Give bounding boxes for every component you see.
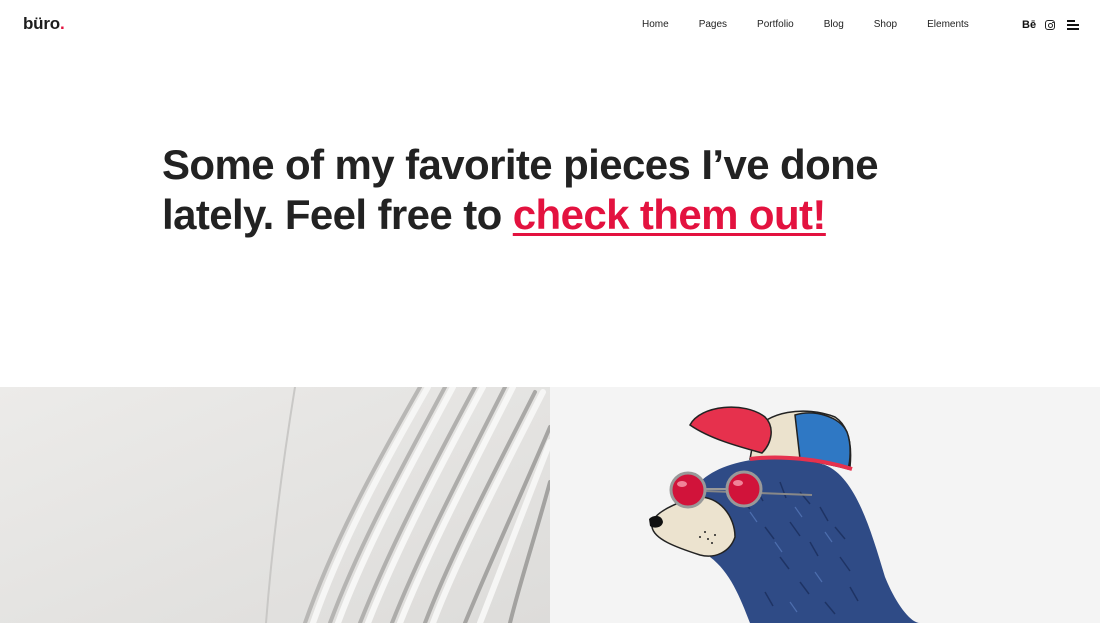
instagram-icon[interactable] <box>1045 20 1056 30</box>
hero-section: Some of my favorite pieces I’ve done lat… <box>162 140 962 240</box>
nav-item-blog[interactable]: Blog <box>824 18 844 32</box>
behance-icon[interactable]: Bē <box>1022 17 1036 33</box>
portfolio-grid <box>0 387 1100 623</box>
portfolio-item-architecture[interactable] <box>0 387 550 623</box>
nav-item-portfolio[interactable]: Portfolio <box>757 18 794 32</box>
hero-heading: Some of my favorite pieces I’ve done lat… <box>162 140 962 240</box>
nav-item-home[interactable]: Home <box>642 18 669 32</box>
nav-item-shop[interactable]: Shop <box>874 18 897 32</box>
architecture-image <box>0 387 550 623</box>
site-header: büro. Home Pages Portfolio Blog Shop Ele… <box>0 0 1100 50</box>
logo-text: büro <box>23 14 60 33</box>
bear-illustration-image <box>550 387 1100 623</box>
header-icons: Bē <box>1022 17 1080 33</box>
nav-item-pages[interactable]: Pages <box>699 18 727 32</box>
nav-item-elements[interactable]: Elements <box>927 18 969 32</box>
portfolio-item-illustration[interactable] <box>550 387 1100 623</box>
main-nav: Home Pages Portfolio Blog Shop Elements <box>642 18 969 32</box>
logo-dot: . <box>59 14 65 33</box>
hamburger-menu-icon[interactable] <box>1067 20 1080 30</box>
site-logo[interactable]: büro. <box>23 12 65 36</box>
check-them-out-link[interactable]: check them out! <box>513 191 827 238</box>
